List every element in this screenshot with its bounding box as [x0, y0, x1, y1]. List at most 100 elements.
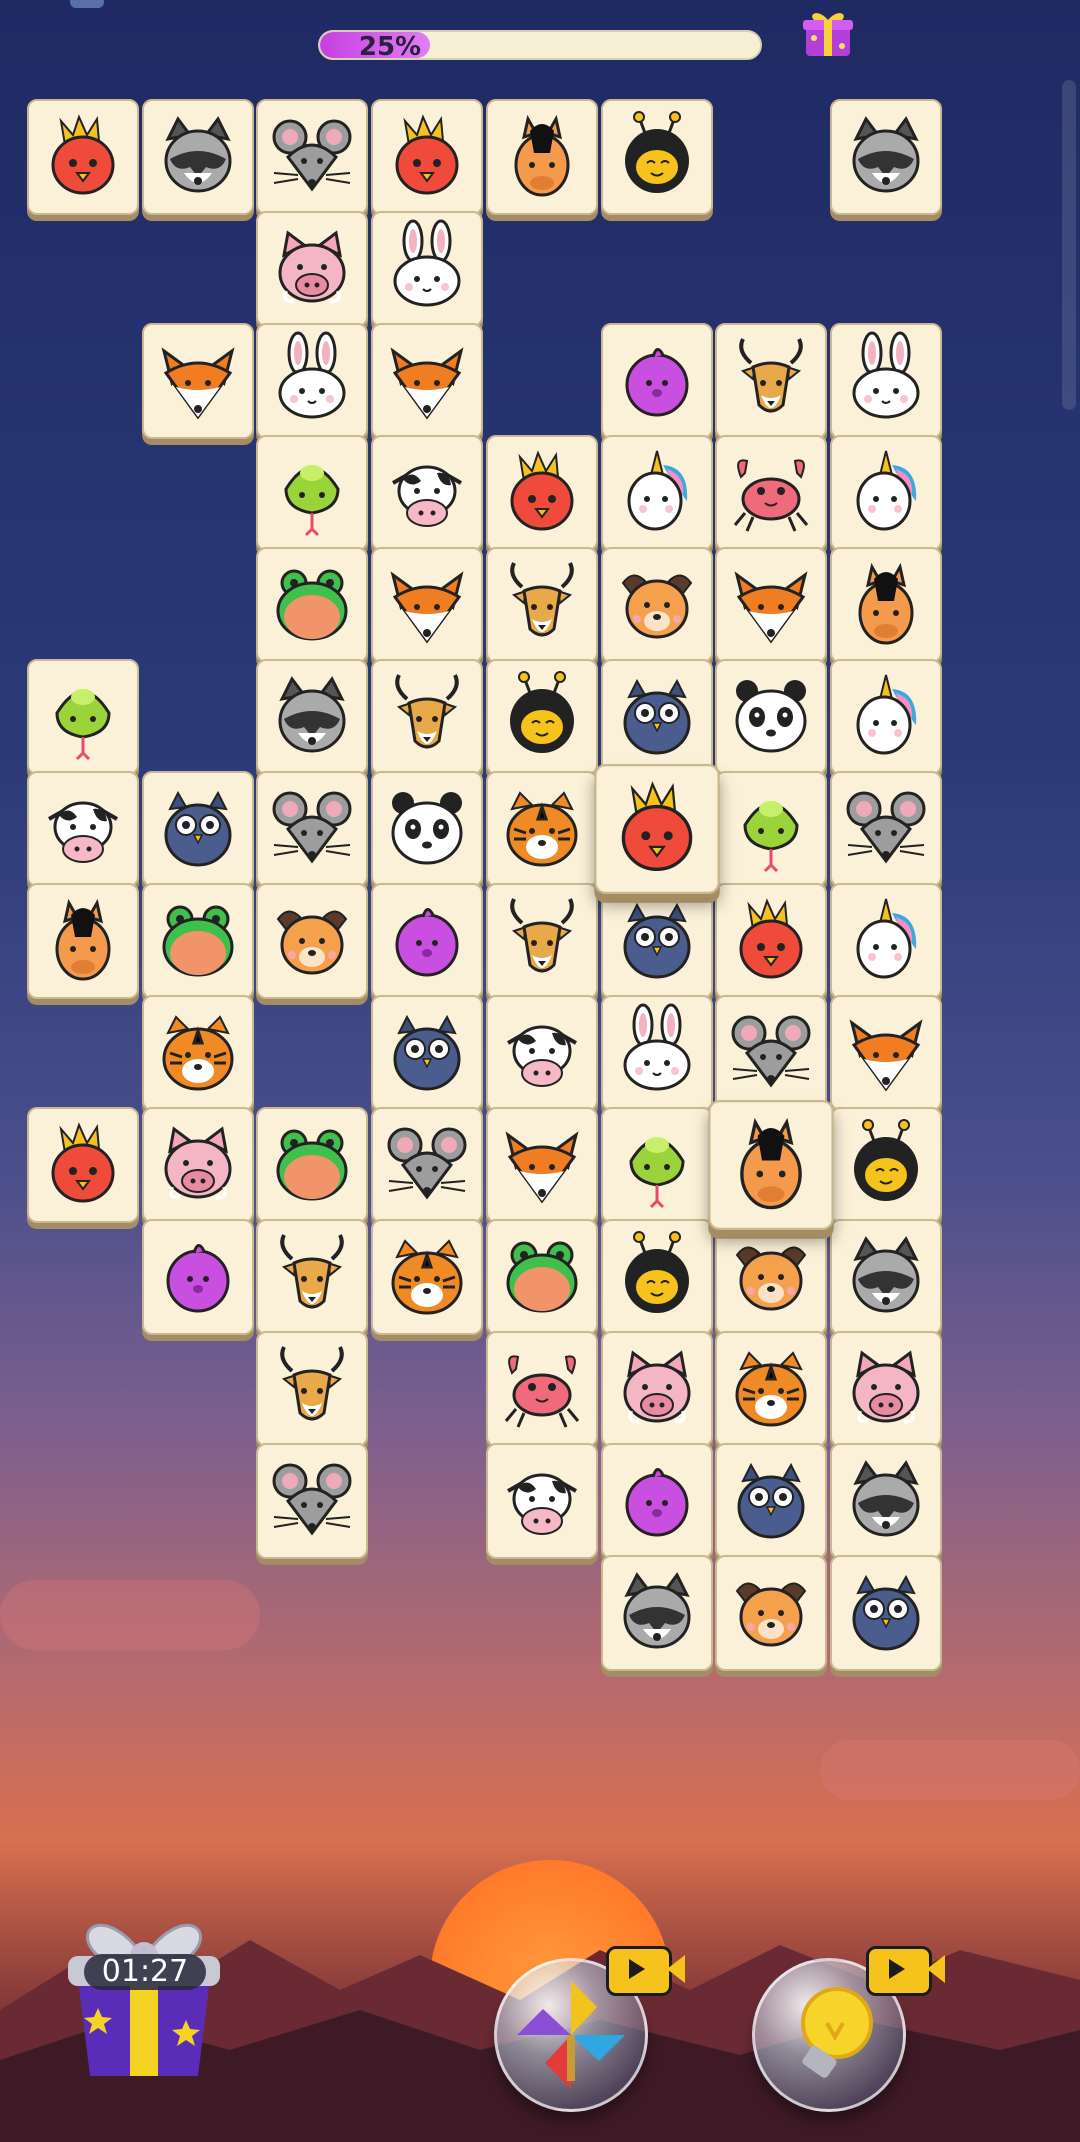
tile-tiger[interactable] — [371, 1219, 483, 1335]
tile-dog[interactable] — [715, 1555, 827, 1671]
tile-cow[interactable] — [486, 1443, 598, 1559]
tile-snake[interactable] — [256, 435, 368, 551]
tile-rabbit[interactable] — [256, 323, 368, 439]
tile-cow[interactable] — [486, 995, 598, 1111]
tile-pig[interactable] — [830, 1331, 942, 1447]
tile-owl[interactable] — [601, 883, 713, 999]
unicorn-icon — [627, 450, 688, 531]
tile-bird[interactable] — [601, 1443, 713, 1559]
fox-icon — [390, 347, 464, 420]
tile-owl[interactable] — [830, 1555, 942, 1671]
tile-frog[interactable] — [256, 547, 368, 663]
tile-raccoon[interactable] — [830, 99, 942, 215]
tile-bee[interactable] — [830, 1107, 942, 1223]
tile-deer[interactable] — [486, 883, 598, 999]
tile-tiger[interactable] — [715, 1331, 827, 1447]
tile-mouse[interactable] — [256, 99, 368, 215]
tile-horse[interactable] — [708, 1100, 834, 1230]
bee-icon — [625, 1231, 689, 1313]
tile-deer[interactable] — [256, 1331, 368, 1447]
tile-rabbit[interactable] — [830, 323, 942, 439]
rabbit-icon — [278, 331, 346, 419]
tile-crab[interactable] — [486, 1331, 598, 1447]
tile-unicorn[interactable] — [601, 435, 713, 551]
tile-owl[interactable] — [601, 659, 713, 775]
tile-dog[interactable] — [256, 883, 368, 999]
tile-bee[interactable] — [601, 99, 713, 215]
tile-bird[interactable] — [601, 323, 713, 439]
tile-deer[interactable] — [486, 547, 598, 663]
tile-rooster[interactable] — [486, 435, 598, 551]
tile-crab[interactable] — [715, 435, 827, 551]
tile-pig[interactable] — [601, 1331, 713, 1447]
tile-snake[interactable] — [601, 1107, 713, 1223]
tile-horse[interactable] — [830, 547, 942, 663]
tile-owl[interactable] — [142, 771, 254, 887]
tile-bird[interactable] — [371, 883, 483, 999]
tile-raccoon[interactable] — [830, 1219, 942, 1335]
tile-rabbit[interactable] — [601, 995, 713, 1111]
tile-panda[interactable] — [715, 659, 827, 775]
tile-cow[interactable] — [371, 435, 483, 551]
tile-deer[interactable] — [371, 659, 483, 775]
tile-rooster[interactable] — [27, 99, 139, 215]
tile-frog[interactable] — [486, 1219, 598, 1335]
horse-icon — [740, 1117, 802, 1210]
tile-cow[interactable] — [27, 771, 139, 887]
fox-icon — [505, 1131, 579, 1204]
tile-snake[interactable] — [715, 771, 827, 887]
tile-fox[interactable] — [830, 995, 942, 1111]
tile-mouse[interactable] — [715, 995, 827, 1111]
tile-raccoon[interactable] — [142, 99, 254, 215]
tile-bee[interactable] — [486, 659, 598, 775]
tile-mouse[interactable] — [256, 1443, 368, 1559]
tile-tiger[interactable] — [142, 995, 254, 1111]
tile-unicorn[interactable] — [830, 659, 942, 775]
tile-dog[interactable] — [601, 547, 713, 663]
timed-gift-box-icon[interactable] — [58, 1908, 230, 2078]
tile-frog[interactable] — [142, 883, 254, 999]
tile-rooster[interactable] — [594, 764, 720, 894]
tile-pig[interactable] — [142, 1107, 254, 1223]
tile-fox[interactable] — [142, 323, 254, 439]
tile-owl[interactable] — [371, 995, 483, 1111]
tile-raccoon[interactable] — [256, 659, 368, 775]
tile-mouse[interactable] — [830, 771, 942, 887]
bee-icon — [510, 671, 574, 753]
tile-rooster[interactable] — [715, 883, 827, 999]
tile-deer[interactable] — [715, 323, 827, 439]
tile-mouse[interactable] — [371, 1107, 483, 1223]
tile-bird[interactable] — [142, 1219, 254, 1335]
tile-bee[interactable] — [601, 1219, 713, 1335]
tile-tiger[interactable] — [486, 771, 598, 887]
tile-frog[interactable] — [256, 1107, 368, 1223]
tile-panda[interactable] — [371, 771, 483, 887]
tile-deer[interactable] — [256, 1219, 368, 1335]
tile-fox[interactable] — [371, 323, 483, 439]
rooster-icon — [739, 898, 803, 979]
tile-rooster[interactable] — [27, 1107, 139, 1223]
rooster-icon — [51, 114, 115, 195]
tile-fox[interactable] — [486, 1107, 598, 1223]
tile-mouse[interactable] — [256, 771, 368, 887]
tile-fox[interactable] — [371, 547, 483, 663]
tile-dog[interactable] — [715, 1219, 827, 1335]
panda-icon — [391, 792, 463, 865]
tile-unicorn[interactable] — [830, 435, 942, 551]
pig-icon — [623, 1350, 691, 1424]
cow-icon — [392, 465, 462, 527]
panda-icon — [735, 680, 807, 753]
tile-owl[interactable] — [715, 1443, 827, 1559]
tile-rabbit[interactable] — [371, 211, 483, 327]
horse-icon — [514, 114, 570, 197]
tile-snake[interactable] — [27, 659, 139, 775]
tile-horse[interactable] — [27, 883, 139, 999]
tile-raccoon[interactable] — [601, 1555, 713, 1671]
tile-fox[interactable] — [715, 547, 827, 663]
tile-rooster[interactable] — [371, 99, 483, 215]
tile-horse[interactable] — [486, 99, 598, 215]
tile-unicorn[interactable] — [830, 883, 942, 999]
tile-raccoon[interactable] — [830, 1443, 942, 1559]
deer-icon — [280, 1346, 344, 1421]
tile-pig[interactable] — [256, 211, 368, 327]
